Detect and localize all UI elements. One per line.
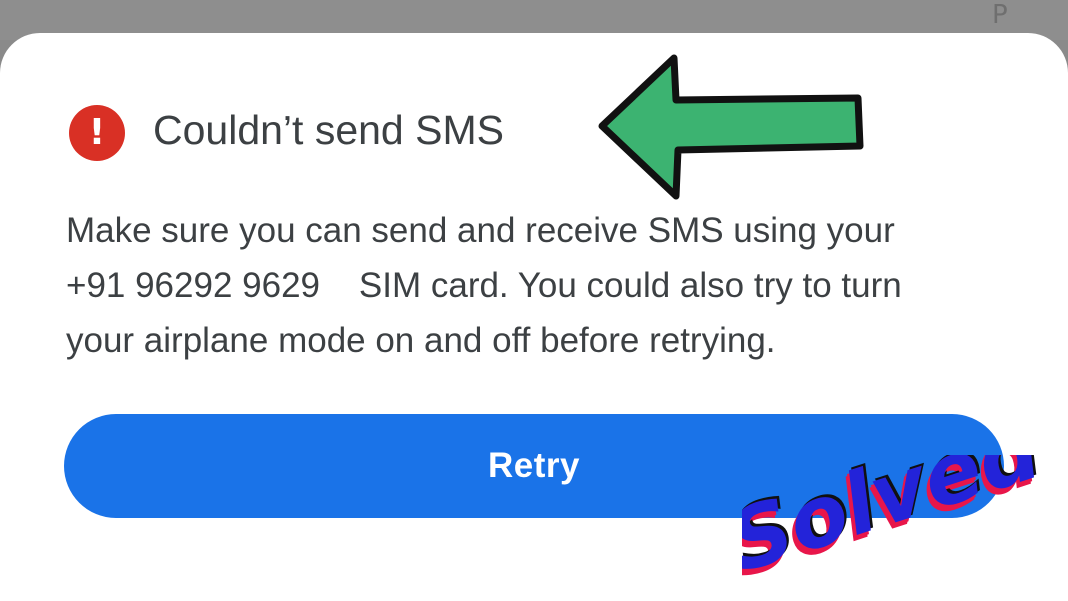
solved-stamp: Solved [742, 455, 1062, 601]
dialog-message-line: your airplane mode on and off before ret… [66, 321, 776, 360]
solved-stamp-text: Solved [742, 455, 1052, 592]
dialog-title: Couldn’t send SMS [153, 107, 504, 153]
dialog-message-line: Make sure you can send and receive SMS u… [66, 211, 895, 250]
left-arrow-icon [598, 54, 864, 200]
error-icon: ! [69, 105, 125, 161]
status-bar-letter: P [992, 0, 1008, 30]
dialog-message-line: +91 96292 9629 SIM card. You could also … [66, 266, 902, 305]
dialog-message: Make sure you can send and receive SMS u… [66, 203, 1026, 368]
